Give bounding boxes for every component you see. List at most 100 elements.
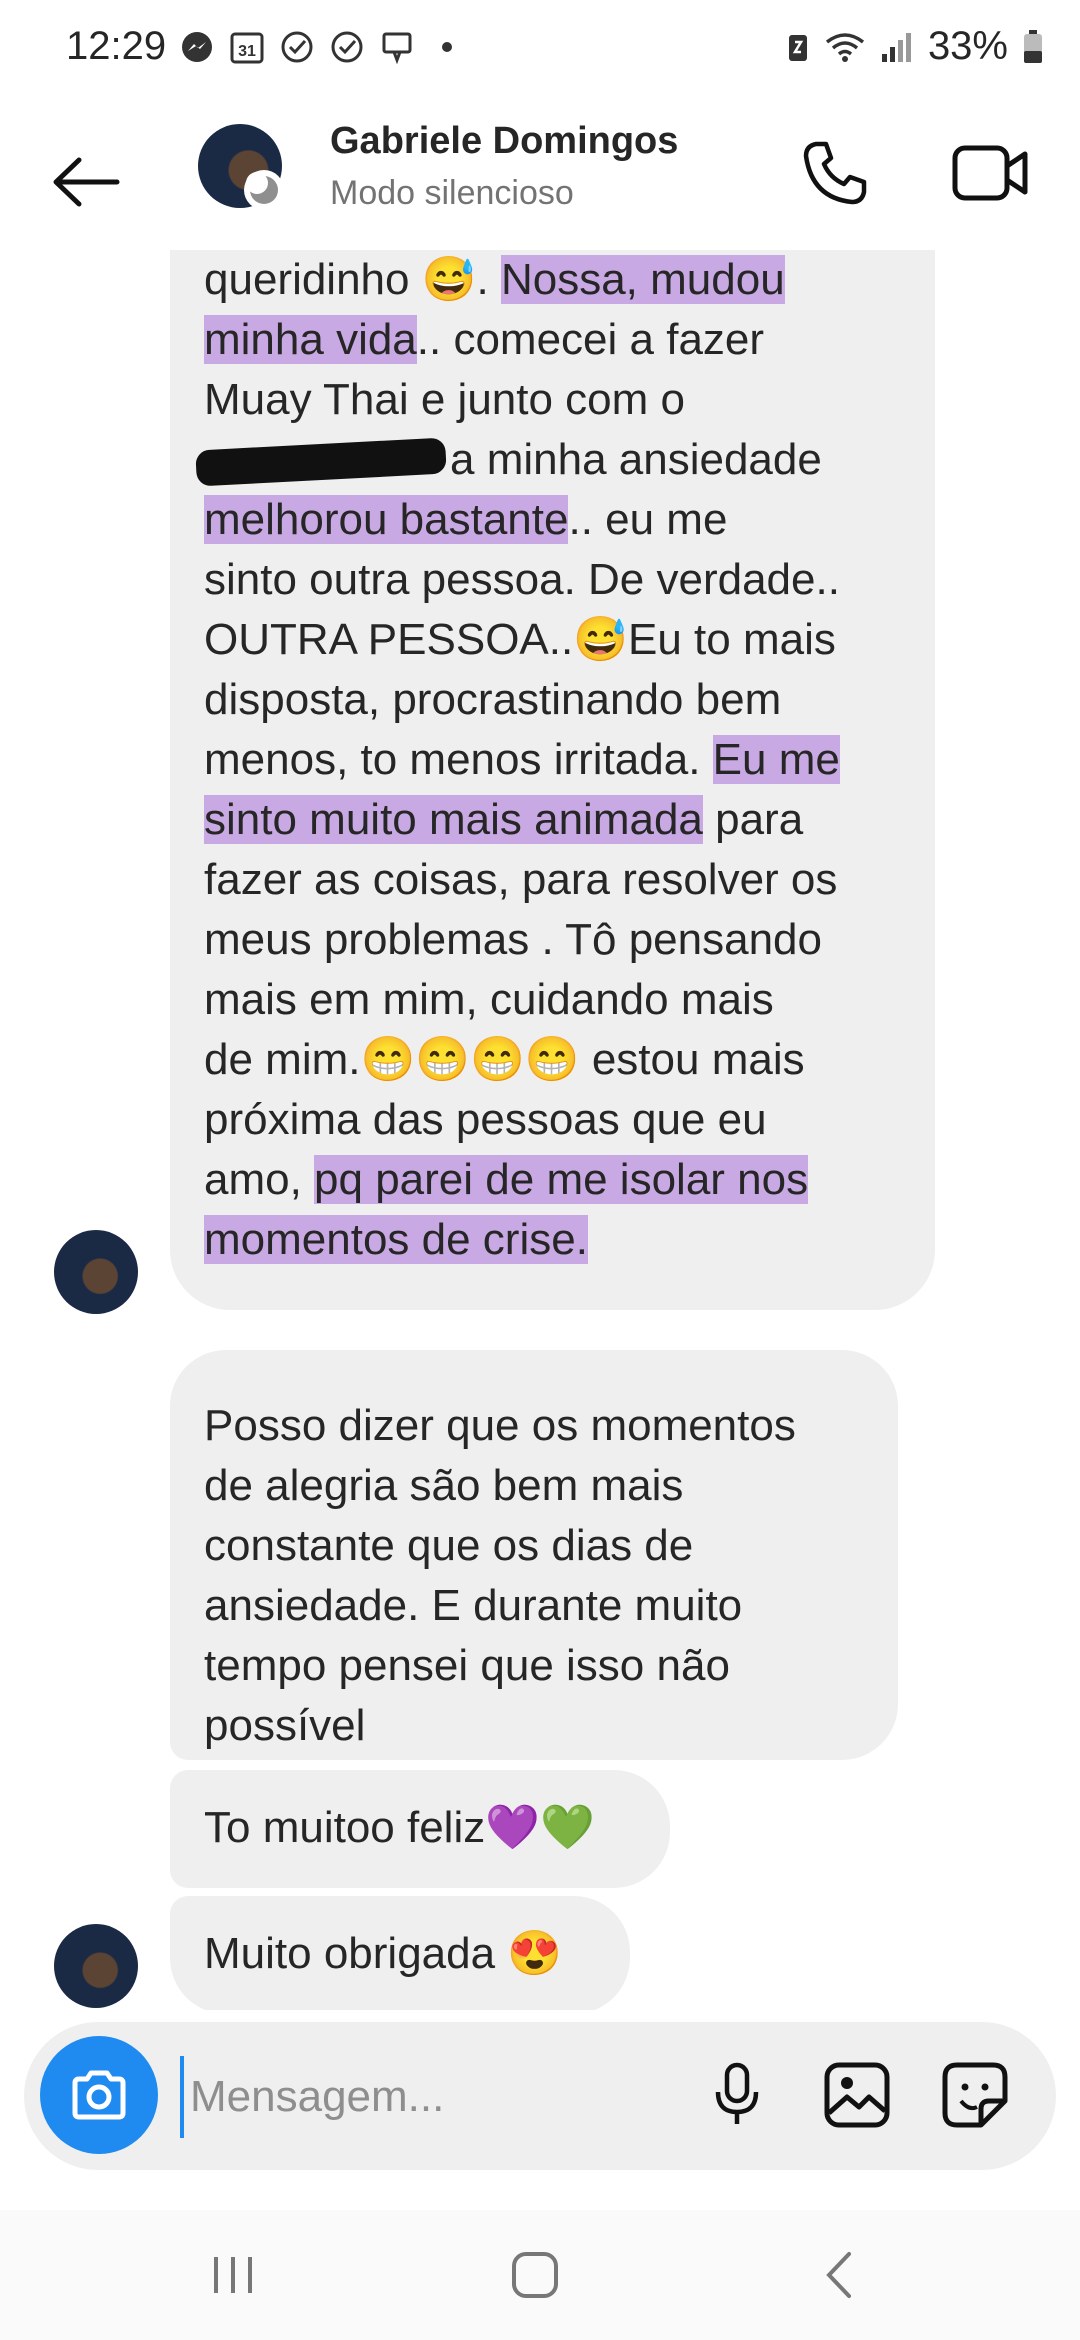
- sticker-icon: [942, 2062, 1008, 2128]
- message-line: de mim.😁😁😁😁 estou mais: [204, 1030, 905, 1090]
- video-call-button[interactable]: [936, 128, 1046, 218]
- message-input[interactable]: [180, 2056, 712, 2138]
- battery-icon: [1022, 29, 1044, 65]
- sender-avatar[interactable]: [54, 1230, 138, 1314]
- message-text: tempo pensei que isso não: [204, 1641, 730, 1690]
- phone-icon: [803, 141, 867, 205]
- message-text: fazer as coisas, para resolver os: [204, 855, 838, 904]
- message-text: possível: [204, 1701, 366, 1750]
- message-text: mais em mim, cuidando mais: [204, 975, 774, 1024]
- camera-button[interactable]: [40, 2036, 158, 2154]
- highlighted-text: melhorou bastante: [204, 495, 569, 544]
- message-text: próxima das pessoas que eu: [204, 1095, 767, 1144]
- message-text: .. eu me: [568, 495, 728, 544]
- message-text: Posso dizer que os momentos: [204, 1401, 796, 1450]
- message-bubble[interactable]: queridinho 😅. Nossa, mudou minha vida.. c…: [170, 250, 935, 1310]
- sender-avatar[interactable]: [54, 1924, 138, 2008]
- message-bubble[interactable]: To muitoo feliz💜💚: [170, 1770, 670, 1888]
- gallery-button[interactable]: [812, 2050, 902, 2140]
- system-nav-bar: [0, 2210, 1080, 2340]
- message-text: disposta, procrastinando bem: [204, 675, 782, 724]
- message-text: menos, to menos irritada.: [204, 735, 713, 784]
- message-line: Muay Thai e junto com o: [204, 370, 905, 430]
- svg-text:31: 31: [238, 43, 256, 60]
- camera-icon: [72, 2070, 126, 2120]
- system-status: 33%: [786, 24, 1044, 69]
- message-line: Posso dizer que os momentos: [204, 1396, 868, 1456]
- message-text: ansiedade. E durante muito: [204, 1581, 743, 1630]
- message-line: ansiedade. E durante muito: [204, 1576, 868, 1636]
- message-text: constante que os dias de: [204, 1521, 694, 1570]
- back-button[interactable]: [44, 140, 128, 224]
- message-line: tempo pensei que isso não: [204, 1636, 868, 1696]
- message-text: Muay Thai e junto com o: [204, 375, 685, 424]
- voice-message-button[interactable]: [692, 2050, 782, 2140]
- message-text: para: [702, 795, 804, 844]
- call-button[interactable]: [790, 128, 880, 218]
- highlighted-text: momentos de crise.: [204, 1215, 588, 1264]
- message-text: queridinho 😅.: [204, 255, 501, 304]
- message-line: mais em mim, cuidando mais: [204, 970, 905, 1030]
- nav-back-button[interactable]: [784, 2240, 894, 2310]
- contact-name[interactable]: Gabriele Domingos: [330, 120, 678, 163]
- wifi-icon: [824, 30, 866, 64]
- arrow-left-icon: [53, 157, 120, 207]
- calendar-icon: 31: [228, 28, 266, 66]
- message-line: disposta, procrastinando bem: [204, 670, 905, 730]
- message-line: amo, pq parei de me isolar nos: [204, 1150, 905, 1210]
- message-line: minha vida.. comecei a fazer: [204, 310, 905, 370]
- message-line: de alegria são bem mais: [204, 1456, 868, 1516]
- message-line: fazer as coisas, para resolver os: [204, 850, 905, 910]
- message-text: To muitoo feliz💜💚: [204, 1803, 595, 1852]
- chevron-left-icon: [826, 2252, 851, 2298]
- microphone-icon: [715, 2062, 759, 2124]
- silent-mode-icon: [244, 170, 284, 210]
- home-button[interactable]: [480, 2240, 590, 2310]
- message-text: sinto outra pessoa. De verdade..: [204, 555, 840, 604]
- signal-icon: [880, 30, 914, 64]
- message-line: momentos de crise.: [204, 1210, 905, 1270]
- message-line: próxima das pessoas que eu: [204, 1090, 905, 1150]
- battery-percent: 33%: [927, 24, 1008, 68]
- message-text: meus problemas . Tô pensando: [204, 915, 822, 964]
- message-line: To muitoo feliz💜💚: [204, 1798, 640, 1858]
- highlighted-text: minha vida: [204, 315, 417, 364]
- message-text: de mim.😁😁😁😁 estou mais: [204, 1035, 805, 1084]
- sticker-button[interactable]: [930, 2050, 1020, 2140]
- chat-notification-icon: [378, 28, 416, 66]
- redaction-scribble: [195, 437, 447, 487]
- highlighted-text: sinto muito mais animada: [204, 795, 703, 844]
- contact-status: Modo silencioso: [330, 174, 574, 212]
- message-line: meus problemas . Tô pensando: [204, 910, 905, 970]
- message-line: menos, to menos irritada. Eu me: [204, 730, 905, 790]
- message-list[interactable]: queridinho 😅. Nossa, mudou minha vida.. c…: [0, 250, 1080, 2010]
- status-bar: 12:29 31 33%: [0, 0, 1080, 100]
- message-line: sinto outra pessoa. De verdade..: [204, 550, 905, 610]
- highlighted-text: Nossa, mudou: [500, 255, 785, 304]
- more-notifications-dot: [442, 42, 452, 52]
- video-camera-icon: [952, 145, 1028, 201]
- message-line: a minha ansiedade: [195, 430, 905, 490]
- message-text: a minha ansiedade: [450, 435, 822, 484]
- message-line: sinto muito mais animada para: [204, 790, 905, 850]
- battery-saver-icon: [786, 30, 810, 64]
- message-text: .. comecei a fazer: [416, 315, 765, 364]
- messenger-icon: [178, 28, 216, 66]
- highlighted-text: Eu me: [712, 735, 840, 784]
- message-line: possível: [204, 1696, 868, 1756]
- image-icon: [824, 2062, 890, 2128]
- recent-apps-icon: [214, 2257, 252, 2293]
- message-text: OUTRA PESSOA..😅Eu to mais: [204, 615, 836, 664]
- message-line: queridinho 😅. Nossa, mudou: [204, 250, 905, 310]
- recent-apps-button[interactable]: [178, 2240, 288, 2310]
- highlighted-text: pq parei de me isolar nos: [314, 1155, 809, 1204]
- notification-icons: 31: [178, 28, 452, 66]
- message-bubble[interactable]: Muito obrigada 😍: [170, 1896, 630, 2010]
- home-icon: [512, 2252, 558, 2298]
- message-line: OUTRA PESSOA..😅Eu to mais: [204, 610, 905, 670]
- message-line: constante que os dias de: [204, 1516, 868, 1576]
- message-composer: [24, 2022, 1056, 2170]
- message-bubble[interactable]: Posso dizer que os momentos de alegria sã…: [170, 1350, 898, 1760]
- status-time: 12:29: [66, 24, 167, 68]
- message-text: Muito obrigada 😍: [204, 1929, 563, 1978]
